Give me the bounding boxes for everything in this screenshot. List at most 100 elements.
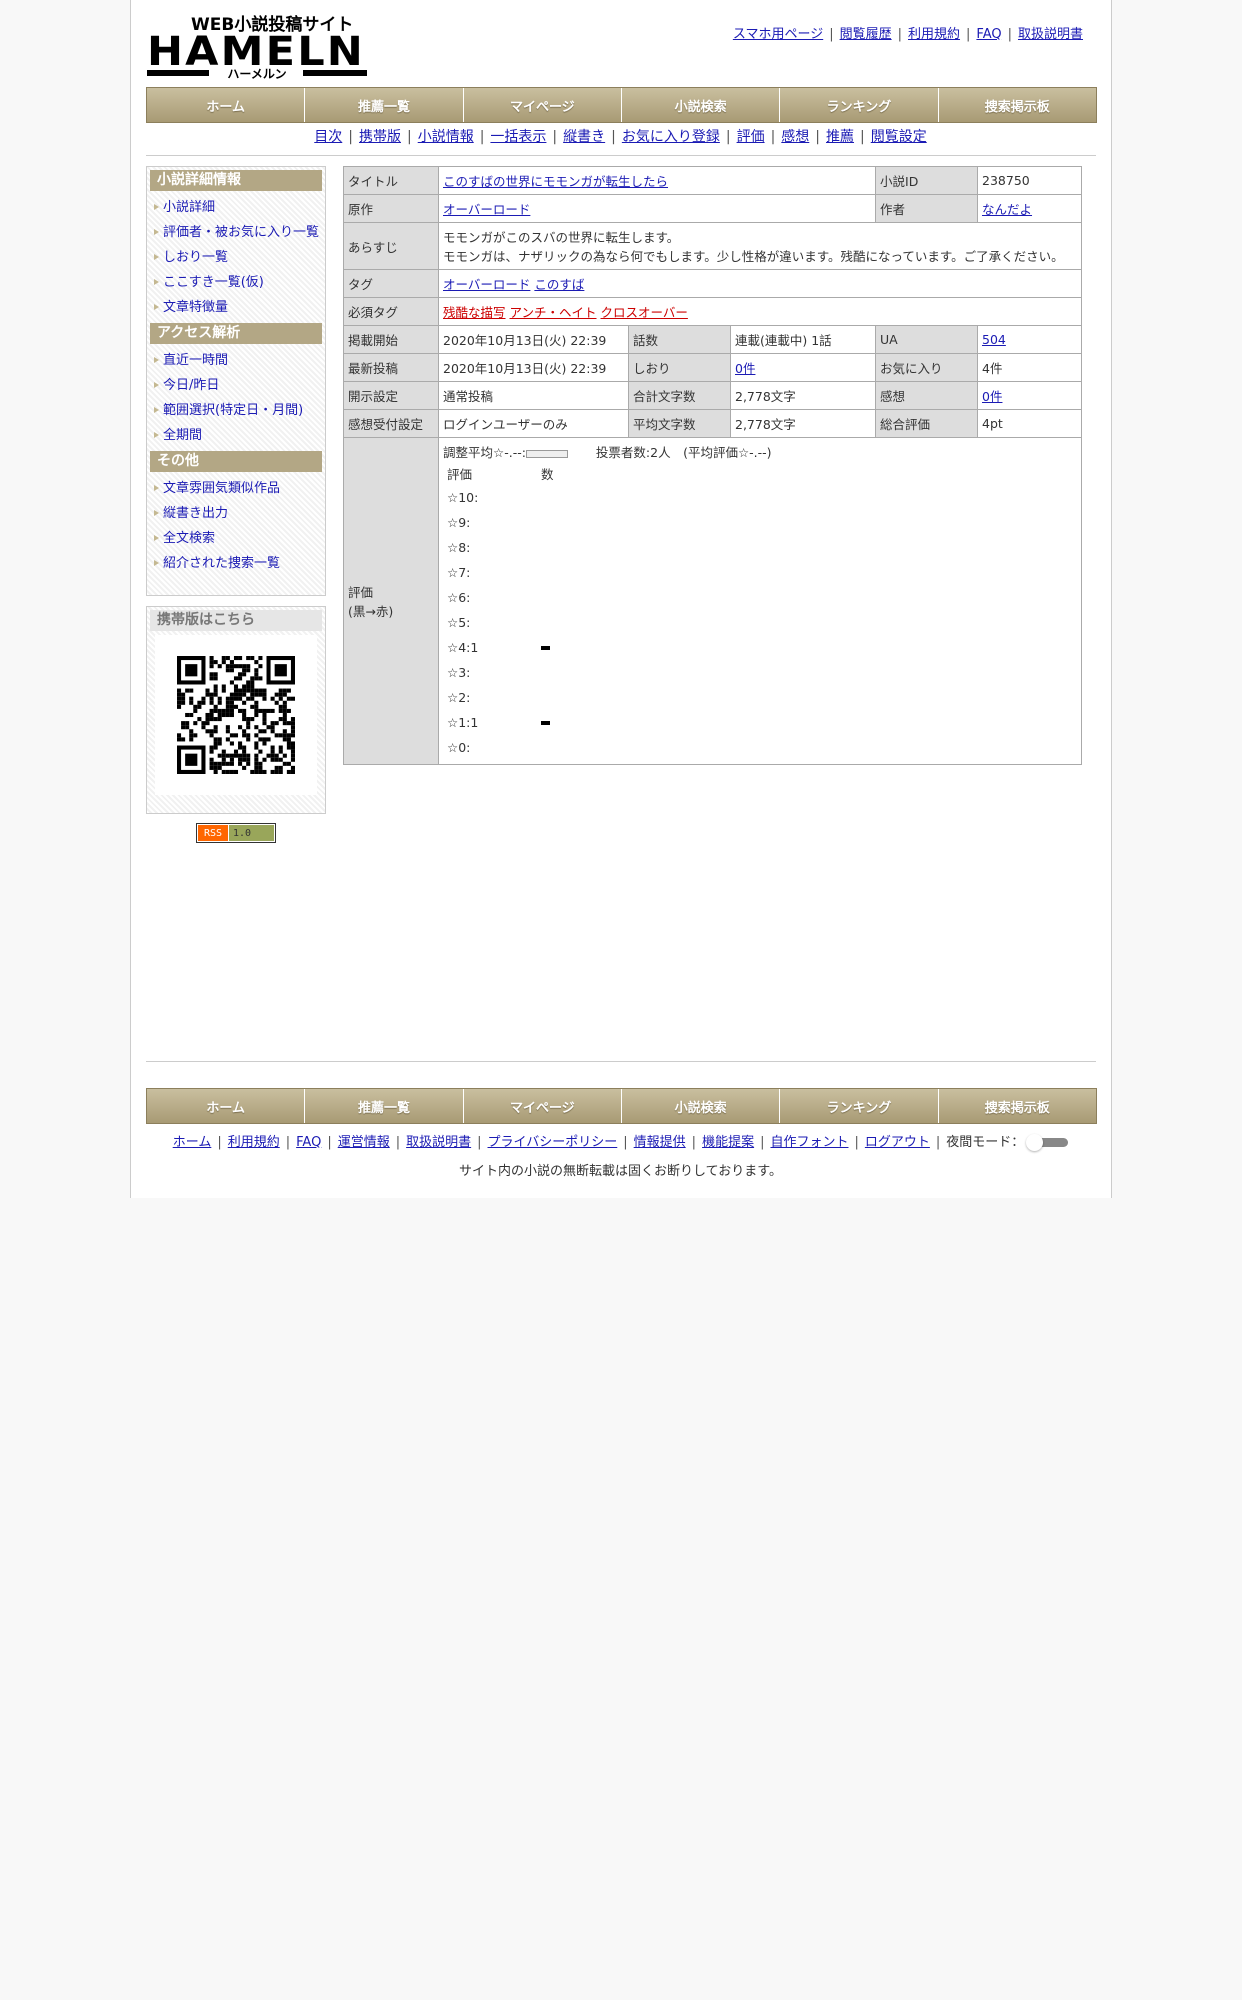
author-link[interactable]: なんだよ xyxy=(982,202,1032,217)
novel-title-link[interactable]: このすばの世界にモモンガが転生したら xyxy=(443,174,668,189)
eval-score-label: ☆2: xyxy=(447,690,471,705)
night-mode-toggle[interactable] xyxy=(1026,1134,1069,1151)
terms-link[interactable]: 利用規約 xyxy=(908,27,960,42)
eval-label-sub: (黒→赤) xyxy=(348,604,394,619)
sidebar-link[interactable]: 直近一時間 xyxy=(163,353,228,368)
required-tag-link[interactable]: クロスオーバー xyxy=(601,305,688,320)
subnav-info[interactable]: 小説情報 xyxy=(418,129,474,145)
table-row: 評価 (黒→赤) 調整平均☆-.--: 投票者数:2人 (平均評価☆-.--) … xyxy=(343,437,1083,765)
sidebar-link[interactable]: 縦書き出力 xyxy=(163,506,228,521)
nav-mypage[interactable]: マイページ xyxy=(463,88,622,122)
nav-board[interactable]: 捜索掲示板 xyxy=(938,1089,1096,1123)
nav-board[interactable]: 捜索掲示板 xyxy=(938,88,1096,122)
tag-link[interactable]: このすば xyxy=(534,277,584,292)
footer-link-home[interactable]: ホーム xyxy=(173,1135,212,1150)
required-tag-link[interactable]: 残酷な描写 xyxy=(443,305,506,320)
sidebar-item-today: 今日/昨日 xyxy=(147,373,325,398)
comment-setting-value: ログインユーザーのみ xyxy=(438,409,629,438)
disclosure-value: 通常投稿 xyxy=(438,381,629,410)
sidebar-heading-access: アクセス解析 xyxy=(150,323,322,344)
table-row: 必須タグ 残酷な描写 アンチ・ヘイト クロスオーバー xyxy=(343,297,1083,326)
eval-score-row: ☆7: xyxy=(443,560,1077,585)
divider xyxy=(146,1061,1096,1062)
footer-link-privacy[interactable]: プライバシーポリシー xyxy=(488,1135,618,1150)
nav-home[interactable]: ホーム xyxy=(147,1089,306,1123)
subnav-toc[interactable]: 目次 xyxy=(314,129,342,145)
subnav-recommend[interactable]: 推薦 xyxy=(826,129,854,145)
eval-score-label: ☆3: xyxy=(447,665,471,680)
sidebar-link[interactable]: ここすき一覧(仮) xyxy=(163,275,264,290)
footer-link-faq[interactable]: FAQ xyxy=(296,1135,321,1150)
sidebar-link[interactable]: 文章雰囲気類似作品 xyxy=(163,481,280,496)
sidebar-link[interactable]: 小説詳細 xyxy=(163,200,215,215)
nav-search[interactable]: 小説検索 xyxy=(621,1089,781,1123)
table-row: 最新投稿 2020年10月13日(火) 22:39 しおり 0件 お気に入り 4… xyxy=(343,353,1083,382)
nav-mypage[interactable]: マイページ xyxy=(463,1089,622,1123)
footer-link-terms[interactable]: 利用規約 xyxy=(228,1135,280,1150)
footer-link-operation[interactable]: 運営情報 xyxy=(338,1135,390,1150)
subnav-all[interactable]: 一括表示 xyxy=(490,129,546,145)
nav-recommend[interactable]: 推薦一覧 xyxy=(305,1089,464,1123)
eval-cell: 調整平均☆-.--: 投票者数:2人 (平均評価☆-.--) 評価 数 ☆10:… xyxy=(437,437,1083,765)
comments-label: 感想 xyxy=(875,381,979,410)
sidebar-link[interactable]: 全期間 xyxy=(163,428,202,443)
latest-label: 最新投稿 xyxy=(343,353,439,382)
sidebar-item-similar: 文章雰囲気類似作品 xyxy=(147,476,325,501)
ua-link[interactable]: 504 xyxy=(982,332,1006,347)
footer-link-logout[interactable]: ログアウト xyxy=(865,1135,930,1150)
sidebar-link[interactable]: 文章特徴量 xyxy=(163,300,228,315)
required-tag-link[interactable]: アンチ・ヘイト xyxy=(510,305,597,320)
favorites-label: お気に入り xyxy=(875,353,979,382)
footer-link-suggest[interactable]: 機能提案 xyxy=(702,1135,754,1150)
sidebar-item-raters: 評価者・被お気に入り一覧 xyxy=(147,220,325,245)
faq-link[interactable]: FAQ xyxy=(976,27,1001,42)
rss-badge[interactable]: RSS 1.0 xyxy=(196,823,276,843)
sidebar-link[interactable]: しおり一覧 xyxy=(163,250,228,265)
footer-link-info[interactable]: 情報提供 xyxy=(634,1135,686,1150)
nav-recommend[interactable]: 推薦一覧 xyxy=(305,88,464,122)
episodes-label: 話数 xyxy=(628,325,731,354)
total-chars-value: 2,778文字 xyxy=(729,381,877,410)
smartphone-page-link[interactable]: スマホ用ページ xyxy=(733,27,823,42)
sidebar-item-vertical-export: 縦書き出力 xyxy=(147,501,325,526)
hameln-logo[interactable]: WEB小説投稿サイト HAMELN ハーメルン xyxy=(147,10,367,80)
sidebar-item-alltime: 全期間 xyxy=(147,423,325,448)
author-label: 作者 xyxy=(875,194,979,223)
original-link[interactable]: オーバーロード xyxy=(443,202,530,217)
sidebar-link[interactable]: 範囲選択(特定日・月間) xyxy=(163,403,303,418)
eval-score-label: ☆10: xyxy=(447,490,479,505)
subnav-vertical[interactable]: 縦書き xyxy=(563,129,605,145)
subnav-settings[interactable]: 閲覧設定 xyxy=(871,129,927,145)
nav-home[interactable]: ホーム xyxy=(147,88,306,122)
nav-ranking[interactable]: ランキング xyxy=(780,88,939,122)
sidebar-link[interactable]: 紹介された捜索一覧 xyxy=(163,556,280,571)
bookmarks-link[interactable]: 0件 xyxy=(735,361,755,376)
eval-votes: 投票者数:2人 (平均評価☆-.--) xyxy=(595,445,772,460)
history-link[interactable]: 閲覧履歴 xyxy=(840,27,892,42)
eval-col-score: 評価 xyxy=(447,467,473,482)
subnav-rate[interactable]: 評価 xyxy=(737,129,765,145)
sidebar-item-features: 文章特徴量 xyxy=(147,295,325,320)
subnav-mobile[interactable]: 携帯版 xyxy=(359,129,401,145)
eval-score-row: ☆2: xyxy=(443,685,1077,710)
subnav-comments[interactable]: 感想 xyxy=(781,129,809,145)
eval-header-row: 評価 数 xyxy=(443,465,1077,485)
sidebar-link[interactable]: 今日/昨日 xyxy=(163,378,219,393)
footer-link-font[interactable]: 自作フォント xyxy=(770,1135,848,1150)
original-cell: オーバーロード xyxy=(437,194,877,223)
subnav-favorite[interactable]: お気に入り登録 xyxy=(622,129,720,145)
nav-ranking[interactable]: ランキング xyxy=(780,1089,939,1123)
eval-score-label: ☆0: xyxy=(447,740,471,755)
sidebar-link[interactable]: 全文検索 xyxy=(163,531,215,546)
qr-code-icon[interactable] xyxy=(177,656,295,774)
comments-link[interactable]: 0件 xyxy=(982,389,1002,404)
sidebar-heading-other: その他 xyxy=(150,451,322,472)
nav-search[interactable]: 小説検索 xyxy=(621,88,781,122)
eval-score-row: ☆3: xyxy=(443,660,1077,685)
footer-link-manual[interactable]: 取扱説明書 xyxy=(406,1135,471,1150)
tag-link[interactable]: オーバーロード xyxy=(443,277,530,292)
start-label: 掲載開始 xyxy=(343,325,439,354)
mobile-heading: 携帯版はこちら xyxy=(150,610,322,631)
sidebar-link[interactable]: 評価者・被お気に入り一覧 xyxy=(163,225,319,240)
manual-link[interactable]: 取扱説明書 xyxy=(1018,27,1083,42)
